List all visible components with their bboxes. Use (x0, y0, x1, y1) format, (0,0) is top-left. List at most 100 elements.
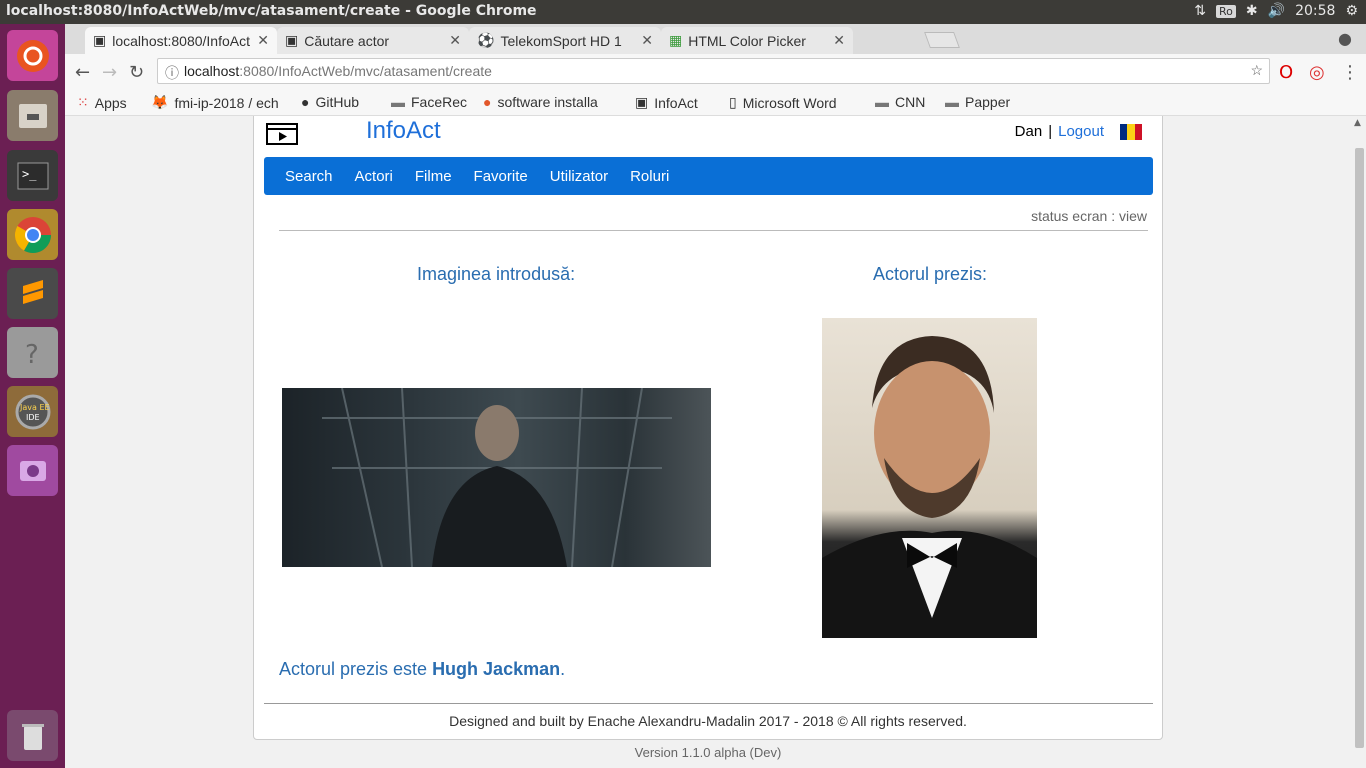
tab-label: TelekomSport HD 1 (500, 32, 622, 49)
ask-icon: ● (483, 94, 492, 110)
url-path: :8080/InfoActWeb/mvc/atasament/create (239, 63, 492, 79)
bookmarks-bar: ⁙ Apps 🦊 fmi-ip-2018 / ech ● GitHub ▬ FaceRe… (65, 88, 1366, 116)
bluetooth-icon[interactable]: ✱ (1246, 3, 1258, 19)
settings-gear-icon[interactable]: ⚙ (1345, 3, 1358, 19)
nav-roluri[interactable]: Roluri (619, 168, 680, 185)
bookmark-apps[interactable]: ⁙ Apps (77, 94, 127, 111)
apps-grid-icon: ⁙ (77, 94, 89, 110)
tab-telekomsport[interactable]: ⚽ TelekomSport HD 1 ✕ (469, 27, 661, 54)
bookmark-infoact[interactable]: ▣ InfoAct (635, 94, 698, 111)
folder-icon: ▬ (391, 94, 405, 110)
close-tab-icon[interactable]: ✕ (641, 32, 653, 49)
nav-utilizator[interactable]: Utilizator (539, 168, 619, 185)
back-arrow-icon[interactable]: ← (75, 62, 90, 83)
uploaded-image (282, 388, 711, 567)
trash-icon[interactable] (7, 710, 58, 761)
svg-text:IDE: IDE (26, 413, 40, 422)
files-app-icon[interactable] (7, 90, 58, 141)
profile-icon[interactable]: ● (1338, 29, 1352, 48)
bookmark-papper[interactable]: ▬ Papper (945, 94, 1010, 110)
bookmark-facerec[interactable]: ▬ FaceRec (391, 94, 467, 110)
prediction-result: Actorul prezis este Hugh Jackman. (279, 659, 565, 680)
user-menu: Dan | Logout (1015, 123, 1142, 140)
result-suffix: . (560, 659, 566, 679)
page-viewport: InfoAct Dan | Logout Search Actori Filme… (65, 116, 1352, 768)
opera-extension-icon[interactable]: O (1279, 62, 1293, 83)
username: Dan (1014, 123, 1043, 140)
unity-launcher: >_ ? Java EE IDE (0, 24, 65, 768)
bookmark-label: FaceRec (411, 94, 468, 110)
bookmark-fmi-ip[interactable]: 🦊 fmi-ip-2018 / ech (151, 94, 285, 111)
romania-flag-icon[interactable] (1120, 123, 1142, 140)
nav-filme[interactable]: Filme (404, 168, 463, 185)
page-container: InfoAct Dan | Logout Search Actori Filme… (253, 116, 1163, 740)
network-icon[interactable]: ⇅ (1194, 3, 1206, 19)
bookmark-label: Papper (965, 94, 1011, 110)
volume-icon[interactable]: 🔊 (1268, 3, 1285, 19)
bookmark-label: software installa (497, 94, 598, 110)
chrome-menu-icon[interactable]: ⋮ (1341, 62, 1359, 83)
close-tab-icon[interactable]: ✕ (449, 32, 461, 49)
ubuntu-dash-icon[interactable] (7, 30, 58, 81)
page-icon: ▯ (729, 94, 737, 110)
chrome-app-icon[interactable] (7, 209, 58, 260)
logout-link[interactable]: Logout (1058, 123, 1104, 140)
sublime-text-icon[interactable] (7, 268, 58, 319)
version-text: Version 1.1.0 alpha (Dev) (634, 745, 782, 760)
forward-arrow-icon[interactable]: → (102, 62, 117, 83)
nav-actori[interactable]: Actori (344, 168, 404, 185)
predicted-actor-name: Hugh Jackman (432, 659, 561, 679)
screen-status: status ecran : view (1031, 208, 1147, 224)
folder-icon: ▬ (875, 94, 889, 110)
system-top-bar: localhost:8080/InfoActWeb/mvc/atasament/… (0, 0, 1366, 24)
bookmark-software-install[interactable]: ● software installa (483, 94, 621, 110)
extension-icon[interactable]: ◎ (1309, 62, 1325, 83)
film-logo-icon[interactable] (266, 121, 298, 145)
clock[interactable]: 20:58 (1295, 3, 1335, 19)
nav-favorite[interactable]: Favorite (463, 168, 539, 185)
new-tab-button[interactable] (924, 32, 960, 48)
bookmark-microsoft-word[interactable]: ▯ Microsoft Word (729, 94, 859, 111)
help-icon[interactable]: ? (7, 327, 58, 378)
info-icon[interactable]: ⓘ (165, 63, 179, 83)
eclipse-java-ee-icon[interactable]: Java EE IDE (7, 386, 58, 437)
svg-text:>_: >_ (22, 167, 37, 181)
main-nav: Search Actori Filme Favorite Utilizator … (264, 157, 1153, 195)
bookmark-github[interactable]: ● GitHub (301, 94, 359, 110)
bookmark-star-icon[interactable]: ☆ (1250, 62, 1263, 79)
keyboard-layout-indicator[interactable]: Ro (1216, 4, 1236, 18)
predicted-actor-photo (822, 318, 1037, 638)
url-host: localhost (184, 63, 240, 79)
github-icon: ● (301, 94, 310, 110)
bookmark-cnn[interactable]: ▬ CNN (875, 94, 925, 110)
webcam-app-icon[interactable] (7, 445, 58, 496)
reload-icon[interactable]: ↻ (129, 62, 144, 83)
terminal-app-icon[interactable]: >_ (7, 150, 58, 201)
tab-cautare-actor[interactable]: ▣ Căutare actor ✕ (277, 27, 469, 54)
tab-infoact[interactable]: ▣ localhost:8080/InfoAct ✕ (85, 27, 277, 54)
close-tab-icon[interactable]: ✕ (833, 32, 845, 49)
result-prefix: Actorul prezis este (279, 659, 433, 679)
bookmark-label: GitHub (315, 94, 360, 110)
scroll-up-arrow-icon[interactable]: ▲ (1354, 118, 1361, 128)
tab-label: Căutare actor (304, 32, 390, 49)
site-brand[interactable]: InfoAct (366, 117, 441, 145)
nav-search[interactable]: Search (274, 168, 344, 185)
uploaded-image-heading: Imaginea introdusă: (417, 264, 576, 284)
film-icon: ▣ (285, 32, 299, 48)
system-tray: ⇅ Ro ✱ 🔊 20:58 ⚙ (1194, 3, 1358, 19)
film-icon: ▣ (635, 94, 649, 110)
bookmark-label: Microsoft Word (742, 94, 837, 111)
bookmark-label: fmi-ip-2018 / ech (174, 94, 279, 111)
close-tab-icon[interactable]: ✕ (257, 32, 269, 49)
gitlab-icon: 🦊 (151, 94, 169, 110)
browser-tab-strip: ▣ localhost:8080/InfoAct ✕ ▣ Căutare act… (65, 24, 1366, 54)
address-bar[interactable]: ⓘ localhost:8080/InfoActWeb/mvc/atasamen… (157, 58, 1270, 84)
tab-html-color-picker[interactable]: ▦ HTML Color Picker ✕ (661, 27, 853, 54)
color-picker-icon: ▦ (669, 32, 683, 48)
folder-icon: ▬ (945, 94, 959, 110)
predicted-actor-heading: Actorul prezis: (873, 264, 988, 284)
page-scrollbar[interactable]: ▲ (1352, 116, 1366, 768)
tab-label: localhost:8080/InfoAct (112, 32, 250, 49)
scrollbar-thumb[interactable] (1355, 148, 1364, 748)
